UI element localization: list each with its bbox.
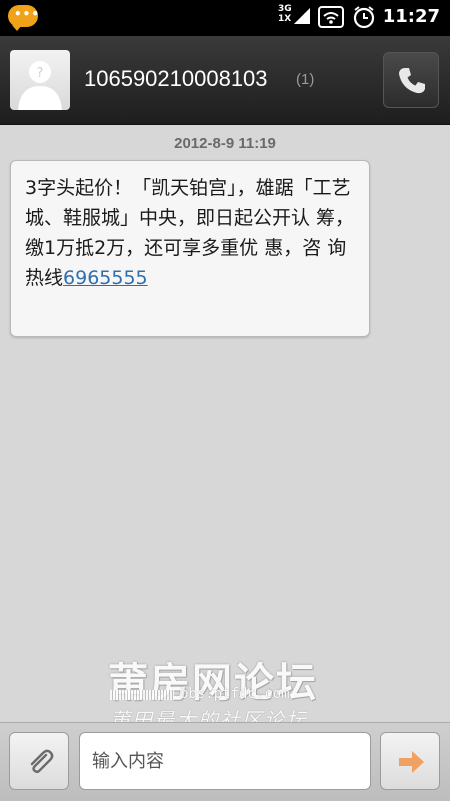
contact-number: 106590210008103	[84, 66, 268, 91]
svg-text:?: ?	[37, 66, 44, 81]
conversation-header: ? 106590210008103 (1)	[0, 36, 450, 125]
status-time: 11:27	[382, 6, 440, 27]
message-timestamp: 2012-8-9 11:19	[174, 135, 276, 152]
message-input[interactable]	[79, 732, 371, 790]
chat-bubble-icon[interactable]: •••	[8, 5, 39, 31]
watermark-url: bbs.ptfdc.com	[180, 686, 290, 702]
paperclip-icon	[30, 749, 54, 773]
phone-number-link[interactable]: 6965555	[63, 267, 148, 289]
watermark-barcode	[110, 690, 174, 700]
message-body: 3字头起价！「凯天铂宫」，雄踞「工艺城、鞋服城」中央，即日起公开认 筹，缴1万抵…	[25, 173, 357, 293]
network-3g-label: 3G	[278, 4, 292, 14]
phone-icon	[399, 68, 425, 94]
attach-button[interactable]	[9, 732, 69, 790]
arrow-right-icon	[399, 751, 424, 773]
signal-icon	[294, 8, 310, 24]
message-bubble[interactable]: 3字头起价！「凯天铂宫」，雄踞「工艺城、鞋服城」中央，即日起公开认 筹，缴1万抵…	[10, 160, 370, 337]
status-bar: ••• 3G 1X 11:27	[0, 0, 450, 36]
alarm-icon	[353, 6, 375, 29]
message-count: (1)	[296, 71, 315, 88]
message-composer	[0, 722, 450, 801]
unknown-contact-avatar-icon: ?	[18, 61, 62, 110]
network-1x-label: 1X	[278, 14, 292, 24]
call-button[interactable]	[383, 52, 439, 108]
send-button[interactable]	[380, 732, 440, 790]
wifi-icon	[318, 6, 344, 28]
network-type: 3G 1X	[278, 4, 292, 24]
contact-avatar[interactable]: ?	[10, 50, 70, 110]
